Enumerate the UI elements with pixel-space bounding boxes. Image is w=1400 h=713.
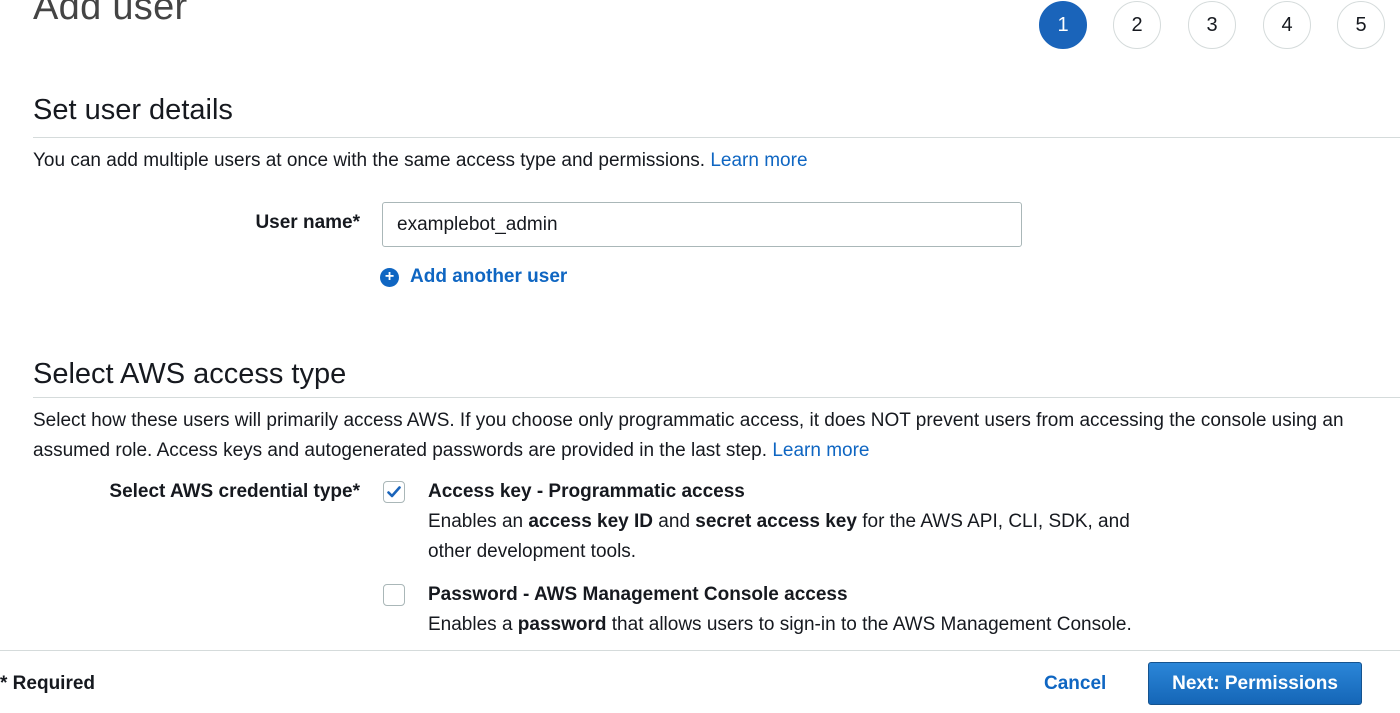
access-type-description-text: Select how these users will primarily ac… [33, 410, 1344, 461]
desc-text: Enables an [428, 511, 529, 532]
desc-text: that allows users to sign-in to the AWS … [606, 614, 1132, 635]
access-key-option-title: Access key - Programmatic access [428, 481, 745, 502]
add-another-user-link[interactable]: + Add another user [380, 266, 567, 288]
credential-type-label: Select AWS credential type* [109, 481, 360, 502]
next-permissions-button[interactable]: Next: Permissions [1148, 662, 1362, 705]
plus-circle-icon: + [380, 267, 399, 287]
footer-divider [0, 650, 1400, 651]
desc-text: and [653, 511, 696, 532]
user-name-input[interactable] [382, 202, 1022, 247]
desc-text: for the AWS API, CLI, SDK, and [856, 511, 1130, 532]
user-details-description: You can add multiple users at once with … [33, 146, 808, 176]
section-title-access-type: Select AWS access type [33, 358, 347, 390]
section-title-user-details: Set user details [33, 94, 233, 126]
step-5[interactable]: 5 [1337, 1, 1385, 49]
add-another-user-label: Add another user [410, 266, 568, 287]
desc-strong: password [517, 614, 607, 635]
learn-more-link[interactable]: Learn more [772, 440, 869, 461]
cancel-button[interactable]: Cancel [1044, 673, 1106, 695]
step-1[interactable]: 1 [1039, 1, 1087, 49]
access-key-checkbox[interactable] [383, 481, 405, 503]
desc-text: Enables a [428, 614, 518, 635]
desc-text: other development tools. [428, 541, 637, 562]
section-divider [33, 137, 1400, 138]
desc-strong: secret access key [695, 511, 857, 532]
wizard-steps: 1 2 3 4 5 [0, 0, 1400, 60]
password-option-title: Password - AWS Management Console access [428, 584, 848, 605]
required-note: * Required [0, 673, 96, 694]
step-2[interactable]: 2 [1113, 1, 1161, 49]
access-type-description: Select how these users will primarily ac… [33, 406, 1393, 466]
step-3[interactable]: 3 [1188, 1, 1236, 49]
user-details-description-text: You can add multiple users at once with … [33, 150, 706, 171]
section-divider [33, 397, 1400, 398]
access-key-option-description: Enables an access key ID and secret acce… [428, 507, 1130, 567]
checkmark-icon [387, 486, 401, 498]
user-name-label: User name* [255, 212, 360, 233]
learn-more-link[interactable]: Learn more [710, 150, 807, 171]
password-checkbox[interactable] [383, 584, 405, 606]
password-option-description: Enables a password that allows users to … [428, 610, 1132, 640]
step-4[interactable]: 4 [1263, 1, 1311, 49]
desc-strong: access key ID [528, 511, 654, 532]
